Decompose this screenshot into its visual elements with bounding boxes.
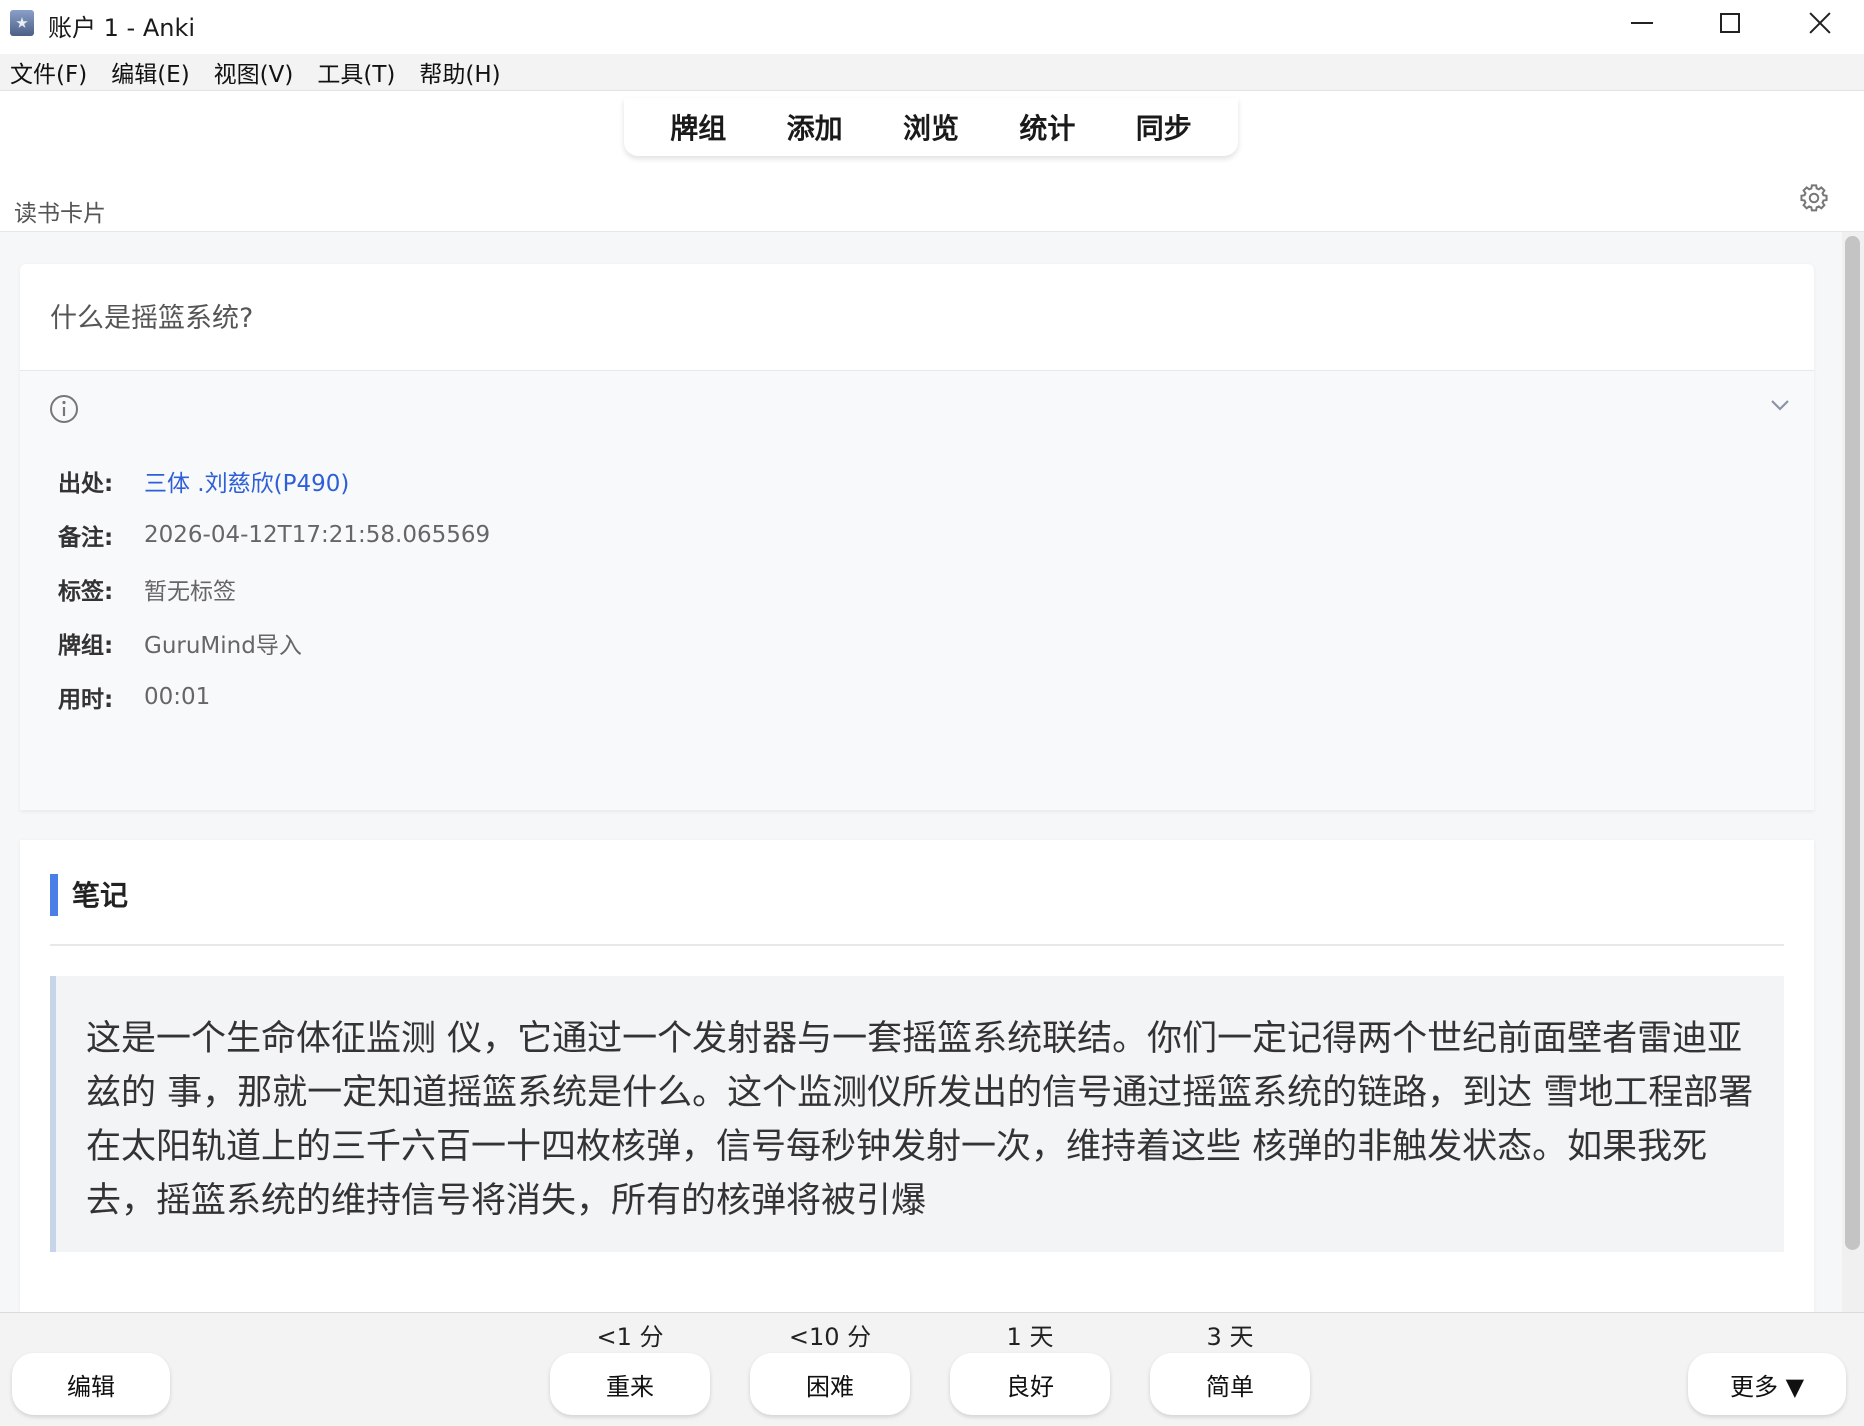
edit-button[interactable]: 编辑 (12, 1353, 170, 1415)
info-label: 牌组: (58, 633, 114, 659)
anki-app-icon (10, 10, 34, 36)
title-bar: 账户 1 - Anki (0, 0, 1864, 46)
window-title: 账户 1 - Anki (48, 14, 196, 42)
menu-edit[interactable]: 编辑(E) (101, 55, 203, 89)
minimize-button[interactable] (1598, 0, 1686, 46)
chevron-down-icon[interactable] (1766, 395, 1794, 415)
again-button[interactable]: 重来 (550, 1353, 710, 1415)
maximize-button[interactable] (1686, 0, 1774, 46)
close-button[interactable] (1776, 0, 1864, 46)
notes-accent-bar (50, 874, 58, 916)
deck-header: 读书卡片 (0, 186, 1864, 232)
info-label: 出处: (58, 471, 114, 497)
info-label: 标签: (58, 579, 114, 605)
easy-button[interactable]: 简单 (1150, 1353, 1310, 1415)
interval-easy: 3 天 (1206, 1323, 1254, 1351)
toolbar-stats[interactable]: 统计 (1007, 101, 1087, 153)
answer-bar: 编辑 <1 分 重来 <10 分 困难 1 天 良好 3 天 简单 更多 ▼ (0, 1312, 1864, 1426)
maximize-icon (1720, 13, 1740, 33)
menu-tools[interactable]: 工具(T) (307, 55, 409, 89)
info-row-note: 备注: 2026-04-12T17:21:58.065569 (58, 519, 490, 551)
info-row-tags: 标签: 暂无标签 (58, 573, 236, 605)
menu-divider (0, 90, 1864, 91)
source-link[interactable]: 三体 .刘慈欣(P490) (144, 464, 349, 498)
menu-help[interactable]: 帮助(H) (409, 55, 514, 89)
info-row-time: 用时: 00:01 (58, 681, 210, 713)
info-value: 00:01 (144, 684, 211, 710)
info-value: 暂无标签 (144, 579, 236, 605)
interval-good: 1 天 (1006, 1323, 1054, 1351)
toolbar-browse[interactable]: 浏览 (891, 101, 971, 153)
question-card: 什么是摇篮系统? (20, 264, 1814, 370)
minimize-icon (1631, 22, 1653, 24)
info-label: 用时: (58, 687, 114, 713)
toolbar-sync[interactable]: 同步 (1124, 101, 1204, 153)
info-row-deck: 牌组: GuruMind导入 (58, 627, 302, 659)
info-row-source: 出处: 三体 .刘慈欣(P490) (58, 465, 349, 497)
info-value: 2026-04-12T17:21:58.065569 (144, 522, 491, 548)
menu-view[interactable]: 视图(V) (204, 55, 308, 89)
info-value: GuruMind导入 (144, 633, 302, 659)
notes-card: 笔记 这是一个生命体征监测 仪，它通过一个发射器与一套摇篮系统联结。你们一定记得… (20, 840, 1814, 1312)
close-icon (1808, 11, 1832, 35)
toolbar-decks[interactable]: 牌组 (658, 101, 738, 153)
info-card: 出处: 三体 .刘慈欣(P490) 备注: 2026-04-12T17:21:5… (20, 370, 1814, 810)
note-text: 这是一个生命体征监测 仪，它通过一个发射器与一套摇篮系统联结。你们一定记得两个世… (86, 1019, 1754, 1221)
more-button[interactable]: 更多 ▼ (1688, 1353, 1846, 1415)
main-toolbar: 牌组 添加 浏览 统计 同步 (624, 98, 1238, 156)
info-icon (50, 395, 78, 423)
good-button[interactable]: 良好 (950, 1353, 1110, 1415)
toolbar-add[interactable]: 添加 (775, 101, 855, 153)
gear-icon[interactable] (1798, 182, 1830, 214)
note-quote: 这是一个生命体征监测 仪，它通过一个发射器与一套摇篮系统联结。你们一定记得两个世… (50, 976, 1784, 1252)
notes-title: 笔记 (72, 879, 129, 912)
menu-file[interactable]: 文件(F) (0, 55, 101, 89)
interval-again: <1 分 (596, 1323, 664, 1351)
question-text: 什么是摇篮系统? (50, 303, 254, 334)
notes-divider (50, 944, 1784, 946)
hard-button[interactable]: 困难 (750, 1353, 910, 1415)
scrollbar-thumb[interactable] (1845, 236, 1860, 1250)
menu-bar: 文件(F) 编辑(E) 视图(V) 工具(T) 帮助(H) (0, 54, 1864, 90)
deck-name: 读书卡片 (14, 201, 106, 227)
interval-hard: <10 分 (788, 1323, 872, 1351)
info-label: 备注: (58, 525, 114, 551)
